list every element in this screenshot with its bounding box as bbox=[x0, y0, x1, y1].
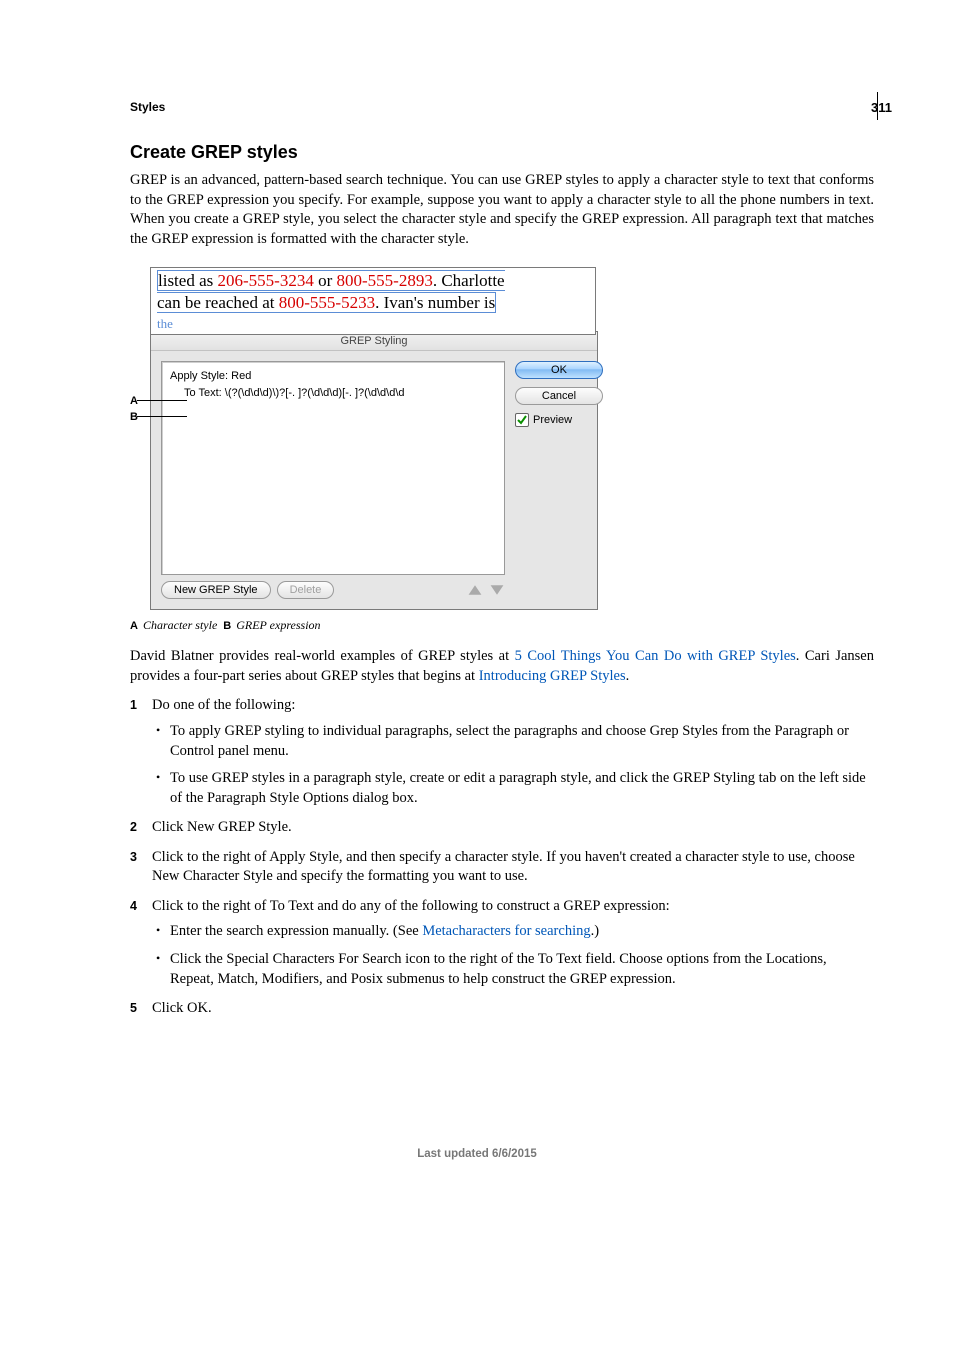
steps-list: Do one of the following: To apply GREP s… bbox=[130, 696, 874, 1018]
ok-button[interactable]: OK bbox=[515, 361, 603, 379]
link-5-cool-things[interactable]: 5 Cool Things You Can Do with GREP Style… bbox=[515, 648, 796, 664]
cancel-button[interactable]: Cancel bbox=[515, 387, 603, 405]
doc-text: . Ivan's number is bbox=[375, 293, 495, 312]
step-4: Click to the right of To Text and do any… bbox=[130, 897, 874, 989]
grep-style-listbox[interactable]: Apply Style: Red To Text: \(?(\d\d\d)\)?… bbox=[161, 361, 505, 575]
section-label: Styles bbox=[130, 100, 874, 114]
heading-create-grep-styles: Create GREP styles bbox=[130, 142, 874, 163]
move-down-icon[interactable] bbox=[489, 583, 505, 597]
preview-checkbox[interactable] bbox=[515, 413, 529, 427]
doc-text: or bbox=[314, 271, 337, 290]
step-1-bullet-1: To apply GREP styling to individual para… bbox=[152, 722, 874, 761]
truncated-text: the bbox=[157, 316, 173, 332]
link-metacharacters[interactable]: Metacharacters for searching bbox=[422, 923, 590, 939]
step-4-bullet-2: Click the Special Characters For Search … bbox=[152, 950, 874, 989]
post-figure-paragraph: David Blatner provides real-world exampl… bbox=[130, 647, 874, 686]
step-3: Click to the right of Apply Style, and t… bbox=[130, 848, 874, 887]
doc-text: listed as bbox=[158, 271, 218, 290]
to-text-row: To Text: \(?(\d\d\d)\)?[-. ]?(\d\d\d)[-.… bbox=[170, 385, 496, 402]
step-5: Click OK. bbox=[130, 999, 874, 1019]
footer-last-updated: Last updated 6/6/2015 bbox=[0, 1148, 954, 1160]
doc-text: can be reached at bbox=[157, 293, 279, 312]
doc-text: . Charlotte bbox=[433, 271, 505, 290]
move-up-icon[interactable] bbox=[467, 583, 483, 597]
doc-phone3: 800-555-5233 bbox=[279, 293, 375, 312]
callout-line-a bbox=[137, 400, 187, 401]
doc-phone2: 800-555-2893 bbox=[337, 271, 433, 290]
callout-letter-b: B bbox=[130, 411, 138, 423]
page-number: 311 bbox=[871, 100, 892, 115]
document-preview: listed as 206-555-3234 or 800-555-2893. … bbox=[150, 267, 596, 335]
doc-phone1: 206-555-3234 bbox=[218, 271, 314, 290]
figure-caption: A Character style B GREP expression bbox=[130, 618, 874, 633]
delete-button[interactable]: Delete bbox=[277, 581, 335, 599]
figure: A B listed as 206-555-3234 or 800-555-28… bbox=[130, 267, 596, 610]
intro-paragraph: GREP is an advanced, pattern-based searc… bbox=[130, 171, 874, 249]
step-1-bullet-2: To use GREP styles in a paragraph style,… bbox=[152, 769, 874, 808]
new-grep-style-button[interactable]: New GREP Style bbox=[161, 581, 271, 599]
preview-label: Preview bbox=[533, 414, 572, 426]
callout-line-b bbox=[137, 416, 187, 417]
callout-letter-a: A bbox=[130, 395, 138, 407]
step-4-bullet-1: Enter the search expression manually. (S… bbox=[152, 922, 874, 942]
link-introducing-grep-styles[interactable]: Introducing GREP Styles bbox=[479, 668, 626, 684]
step-1: Do one of the following: To apply GREP s… bbox=[130, 696, 874, 808]
apply-style-row: Apply Style: Red bbox=[170, 368, 496, 385]
grep-styling-panel: GREP Styling Apply Style: Red To Text: \… bbox=[150, 331, 598, 610]
step-2: Click New GREP Style. bbox=[130, 818, 874, 838]
